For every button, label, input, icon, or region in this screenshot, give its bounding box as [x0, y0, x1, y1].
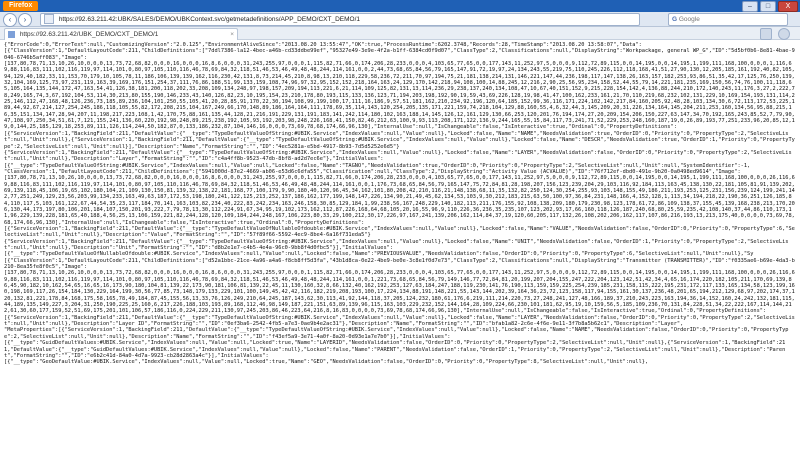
tab-strip: https://92.63.211.42/UBK_DEMO/CXT_DEMO/1… [0, 27, 800, 40]
address-bar[interactable]: https://92.63.211.42:UBK/SALES/DEMO/UBKC… [40, 13, 640, 26]
site-identity-icon[interactable] [44, 14, 54, 25]
search-input[interactable]: G Google [668, 13, 788, 26]
back-icon[interactable]: ‹ [3, 13, 17, 27]
close-button[interactable]: X [778, 1, 798, 12]
maximize-button[interactable]: □ [760, 1, 776, 12]
json-response-text: {"ErrorCode":0,"ErrorText":null,"Customi… [4, 42, 795, 366]
address-host: https://92.63.211.42: [58, 16, 118, 23]
address-path: UBK/SALES/DEMO/UBKContext.svc/getmetadef… [117, 16, 361, 23]
page-content: {"ErrorCode":0,"ErrorText":null,"Customi… [4, 42, 796, 448]
tab-title: https://92.63.211.42/UBK_DEMO/CXT_DEMO/1 [19, 31, 159, 38]
tab-active[interactable]: https://92.63.211.42/UBK_DEMO/CXT_DEMO/1… [4, 28, 238, 40]
home-icon[interactable] [760, 28, 772, 40]
forward-icon[interactable]: › [18, 13, 32, 27]
firefox-menu-button[interactable]: Firefox [3, 1, 39, 11]
gear-icon[interactable] [778, 28, 790, 40]
tab-close-icon[interactable]: × [230, 29, 234, 40]
navigation-bar: ‹ › https://92.63.211.42:UBK/SALES/DEMO/… [0, 12, 800, 27]
window-titlebar: Firefox – □ X [0, 0, 800, 12]
search-placeholder: Google [678, 16, 700, 23]
window-controls: – □ X [742, 1, 798, 12]
minimize-button[interactable]: – [742, 1, 758, 12]
search-engine-icon[interactable]: G [672, 14, 677, 25]
favicon-icon [8, 30, 15, 38]
